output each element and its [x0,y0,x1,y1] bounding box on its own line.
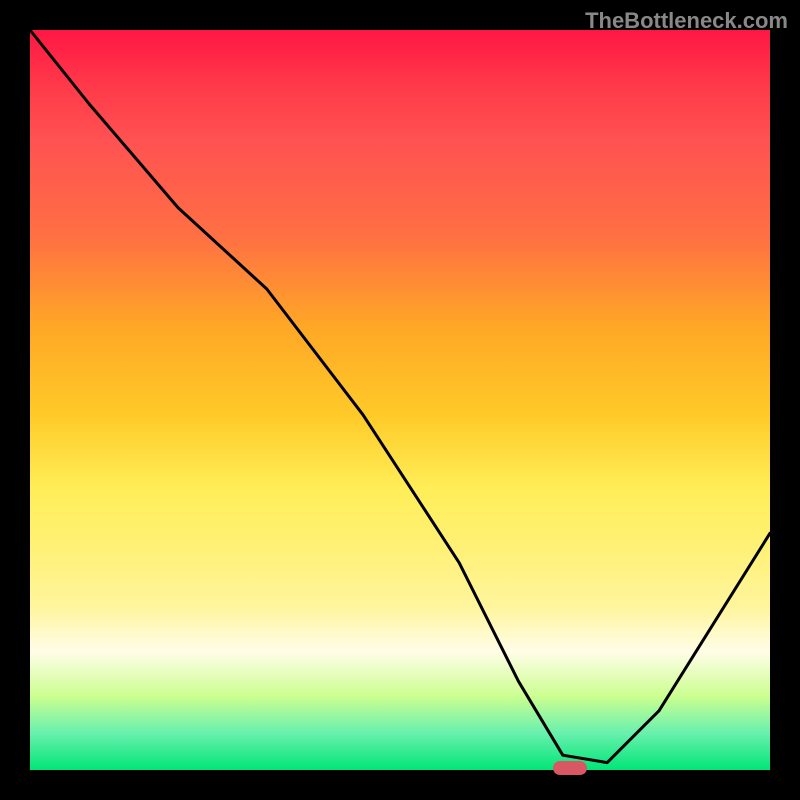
bottleneck-curve-svg [30,30,770,770]
bottleneck-curve-path [30,30,770,763]
optimal-point-marker [553,761,587,775]
plot-area [30,30,770,770]
watermark-text: TheBottleneck.com [585,8,788,34]
